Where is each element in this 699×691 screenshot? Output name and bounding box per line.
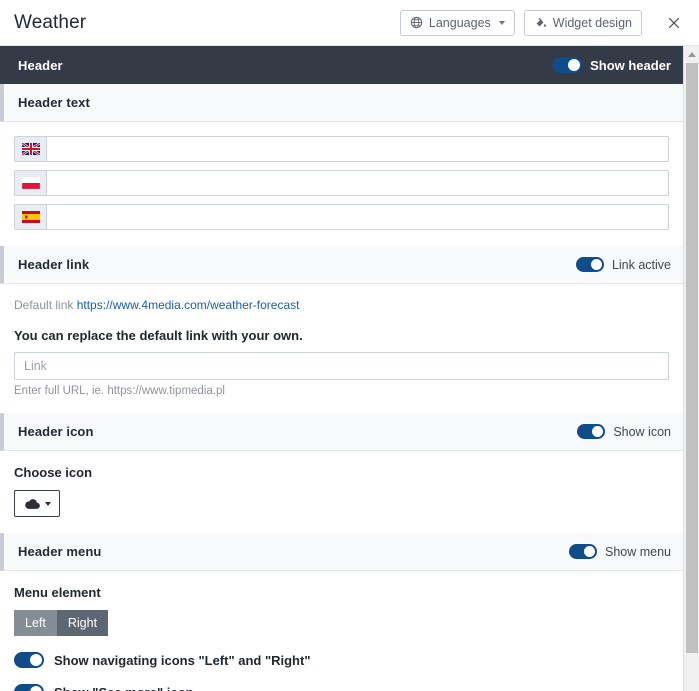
show-icon-control: Show icon [577,424,671,439]
show-icon-label: Show icon [613,424,671,439]
widget-design-button[interactable]: Widget design [523,9,642,36]
show-icon-toggle[interactable] [577,424,606,439]
show-nav-icons-toggle[interactable] [14,652,44,668]
section-title-header: Header [18,57,63,73]
header-text-input-en[interactable] [46,136,669,162]
settings-content: Header Show header Header text Header li… [0,46,683,691]
show-menu-toggle[interactable] [568,544,597,559]
header-link-body: Default link https://www.4media.com/weat… [0,284,683,413]
language-row-pl [14,170,669,196]
widget-design-button-label: Widget design [552,15,632,30]
show-header-label: Show header [590,57,671,73]
replace-link-note: You can replace the default link with yo… [14,328,303,343]
section-header-header-text: Header text [0,84,683,122]
language-row-es [14,204,669,230]
paint-bottle-icon [534,16,547,29]
choose-icon-label: Choose icon [14,465,93,480]
section-header-header-link: Header link Link active [0,246,683,284]
section-title-header-text: Header text [18,95,90,110]
menu-element-label: Menu element [14,585,101,600]
section-header-header-icon: Header icon Show icon [0,413,683,451]
cloud-icon [24,497,41,510]
show-see-more-label: Show "See more" icon [54,685,193,691]
uk-flag-icon [14,136,46,162]
section-title-header-link: Header link [18,257,90,272]
link-input[interactable] [14,352,669,380]
header-icon-body: Choose icon [0,451,683,533]
menu-element-segmented-control: Left Right [14,610,109,636]
show-menu-label: Show menu [604,544,671,559]
poland-flag-icon [14,170,46,196]
show-menu-control: Show menu [568,544,671,559]
section-header-header-menu: Header menu Show menu [0,533,683,571]
scrollbar-up-arrow-icon[interactable] [684,46,699,63]
settings-scroll-area: Header Show header Header text Header li… [0,46,699,691]
show-nav-icons-label: Show navigating icons "Left" and "Right" [54,652,311,668]
link-active-control: Link active [575,257,671,272]
default-link-prefix: Default link [14,298,74,312]
language-row-en [14,136,669,162]
topbar-actions: Languages Widget design [399,8,689,38]
link-active-label: Link active [611,257,671,272]
section-title-header-menu: Header menu [18,544,102,559]
chevron-down-icon [44,501,51,506]
chevron-down-icon [498,20,505,25]
languages-button-label: Languages [428,15,491,30]
close-icon[interactable] [659,8,689,38]
default-link-url[interactable]: https://www.4media.com/weather-forecast [77,298,300,312]
link-active-toggle[interactable] [575,257,604,272]
header-text-input-es[interactable] [46,204,669,230]
menu-element-right-button[interactable]: Right [56,610,109,636]
show-header-toggle[interactable] [552,57,583,73]
globe-icon [410,16,423,29]
languages-button[interactable]: Languages [399,9,515,36]
menu-element-left-button[interactable]: Left [14,610,57,636]
arrow-up-icon [687,52,696,57]
show-see-more-toggle[interactable] [14,684,44,691]
section-header-header: Header Show header [0,46,683,84]
header-text-body [0,122,683,246]
show-header-control: Show header [552,57,671,73]
default-link-line: Default link https://www.4media.com/weat… [14,298,669,312]
icon-picker-button[interactable] [14,490,60,517]
section-title-header-icon: Header icon [18,424,94,439]
spain-flag-icon [14,204,46,230]
scrollbar-thumb[interactable] [686,63,698,653]
header-text-input-pl[interactable] [46,170,669,196]
show-see-more-row: Show "See more" icon [14,684,669,691]
show-nav-icons-row: Show navigating icons "Left" and "Right" [14,652,669,668]
vertical-scrollbar[interactable] [683,46,699,691]
page-title: Weather [14,11,87,33]
window-topbar: Weather Languages Widget design [0,0,699,46]
header-menu-body: Menu element Left Right Show navigating … [0,571,683,691]
link-input-hint: Enter full URL, ie. https://www.tipmedia… [14,385,225,397]
